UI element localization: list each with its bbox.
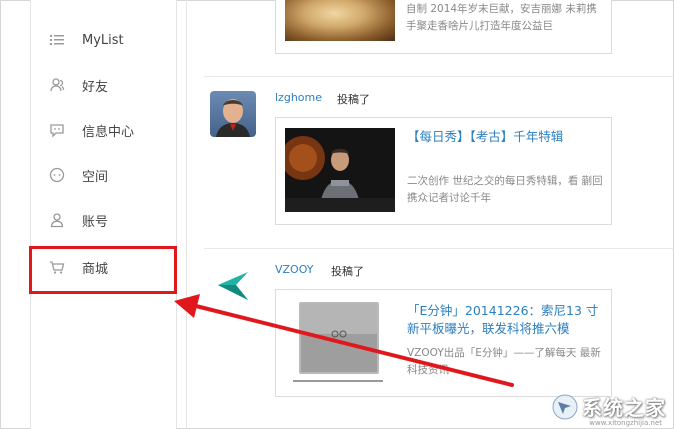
watermark-logo-icon [552, 394, 578, 419]
watermark-url: www.xitongzhijia.net [589, 419, 662, 427]
annotation-arrow [174, 294, 514, 387]
watermark: 系统之家 www.xitongzhijia.net [552, 392, 666, 427]
watermark-text: 系统之家 [582, 396, 666, 420]
